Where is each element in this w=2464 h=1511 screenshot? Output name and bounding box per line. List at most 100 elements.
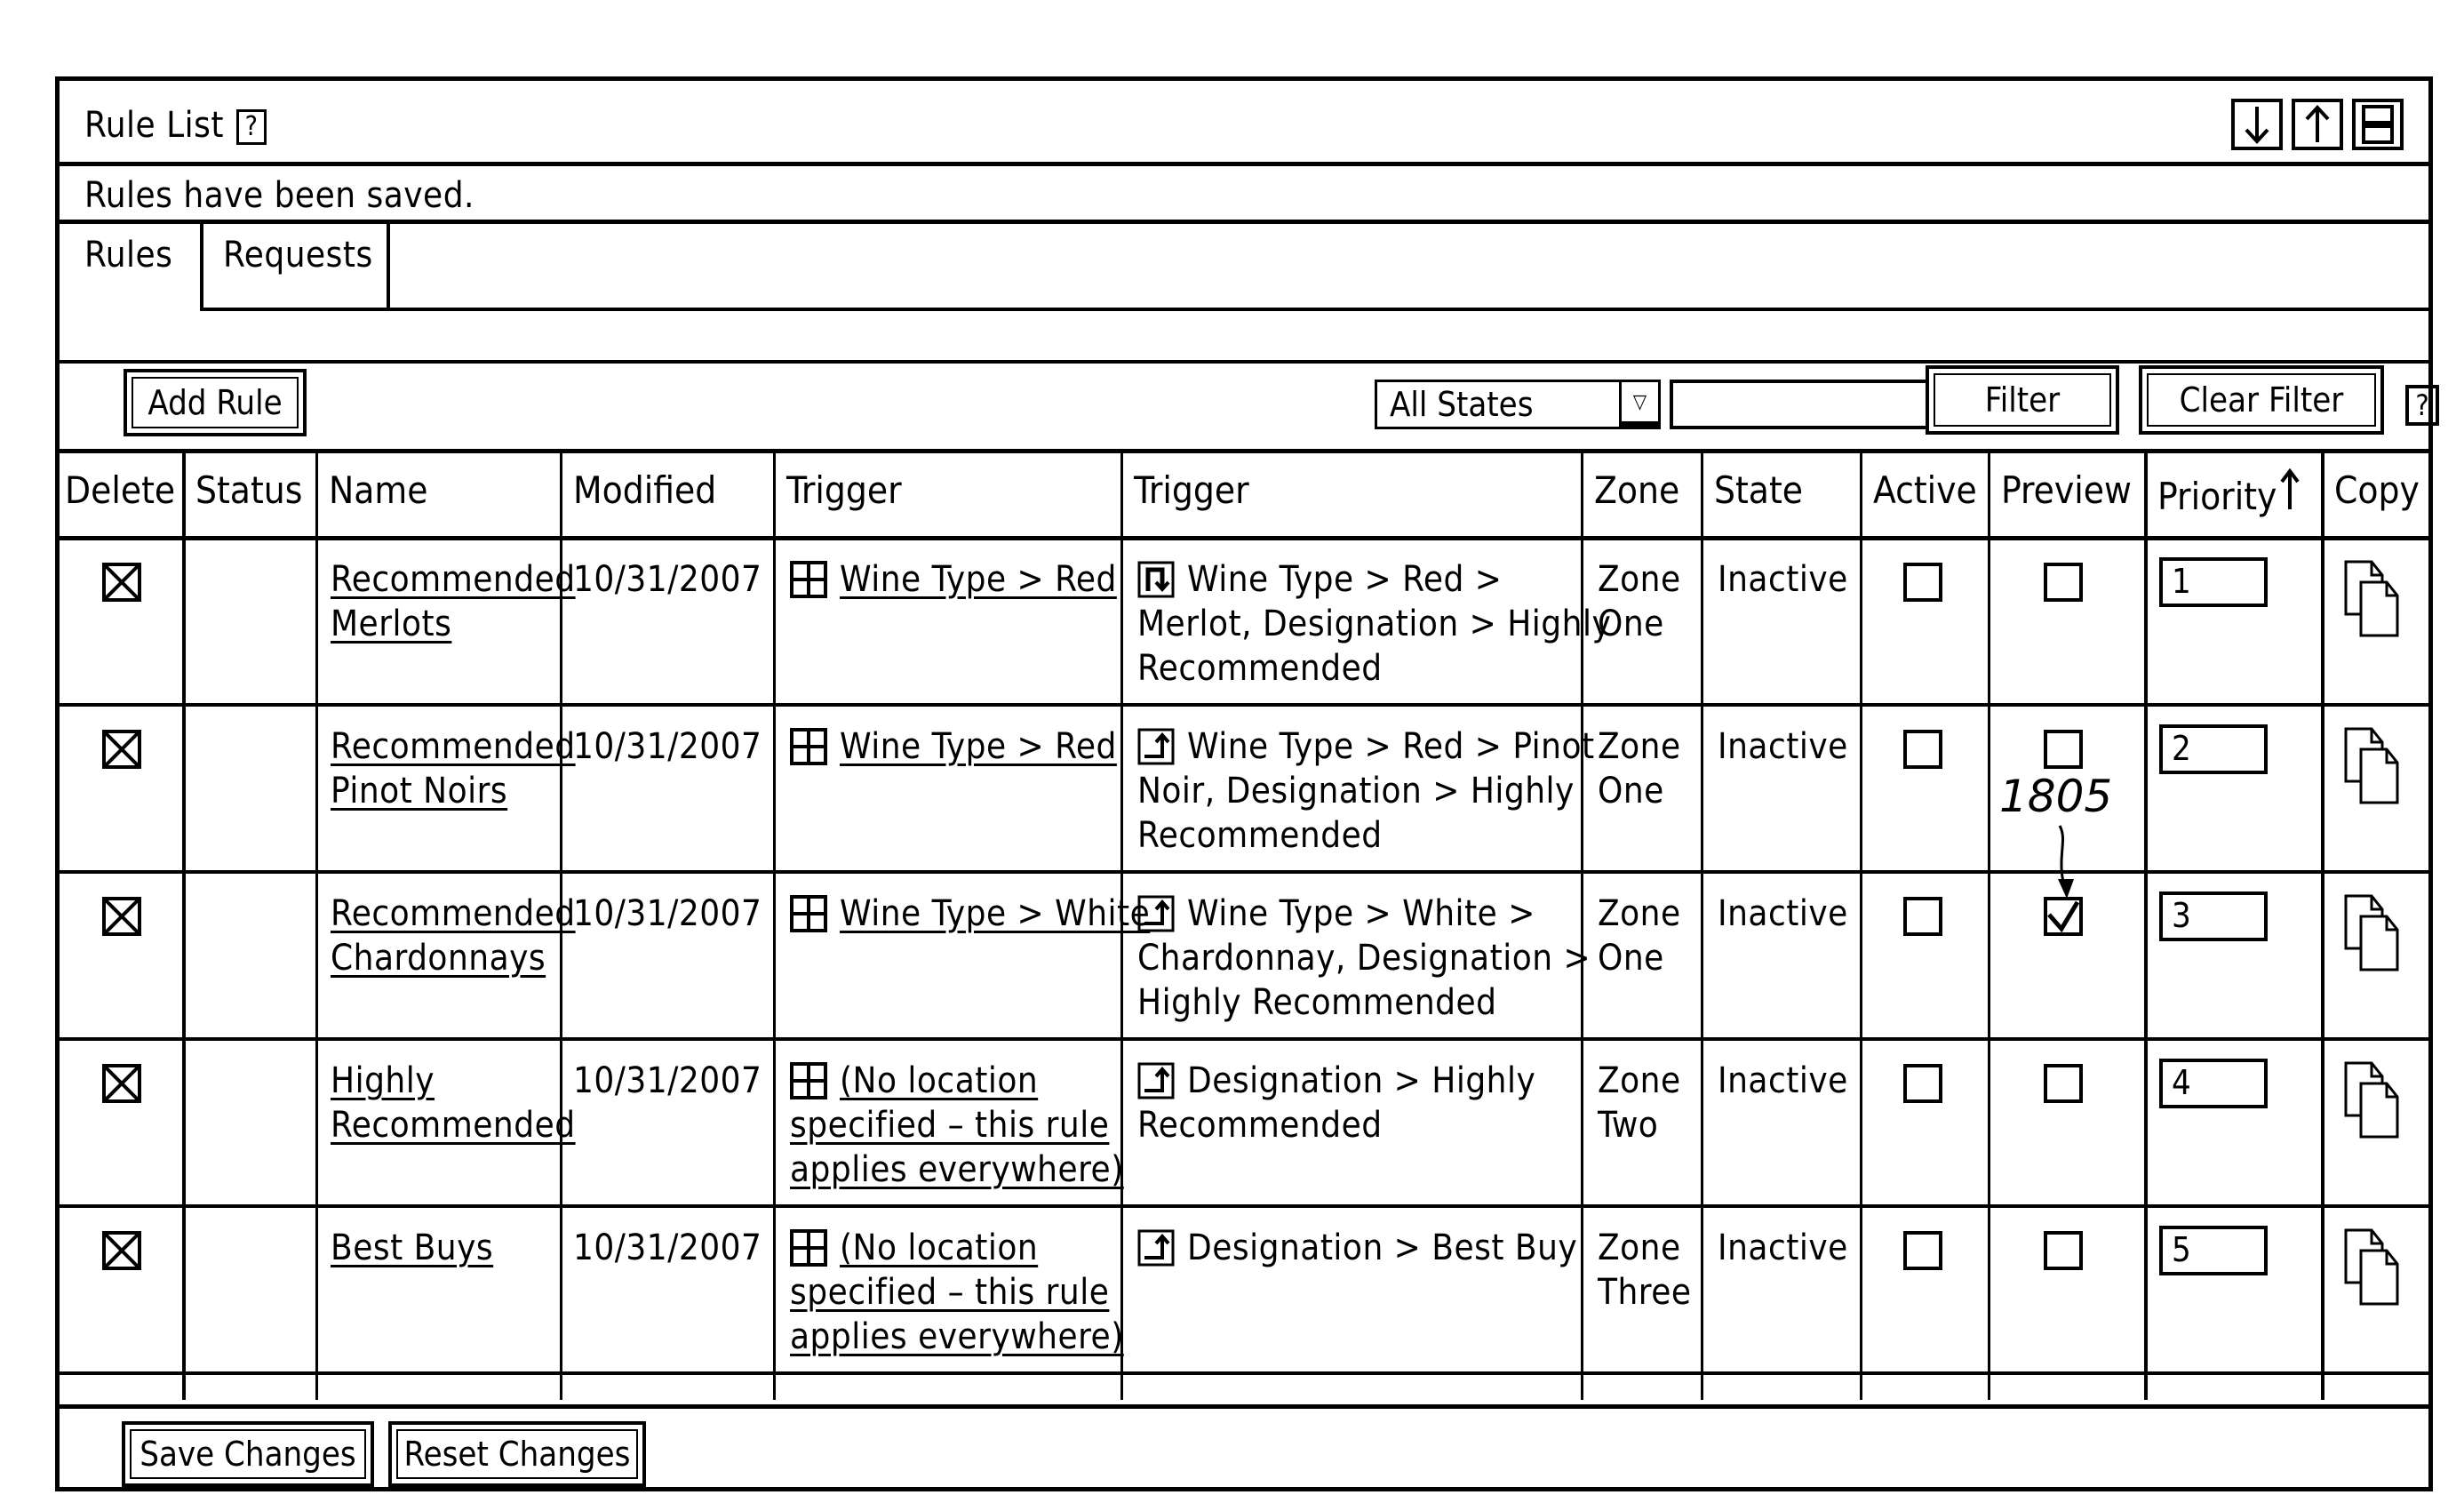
copy-rule-button[interactable]: [2343, 1060, 2400, 1140]
text-line: Recommended: [331, 724, 576, 769]
zone-cell: Zone One: [1598, 557, 1681, 646]
active-checkbox[interactable]: [1903, 897, 1942, 936]
rule-name-link[interactable]: Recommended Chardonnays: [331, 891, 576, 980]
window-title-text: Rule List: [84, 105, 224, 146]
trigger-line: Wine Type > White >: [1187, 893, 1535, 934]
move-up-button[interactable]: [2292, 99, 2343, 150]
line-text: Chardonnays: [331, 938, 546, 979]
zone-cell: Zone One: [1598, 724, 1681, 813]
location-trigger-link[interactable]: Wine Type > Red: [790, 557, 1117, 602]
copy-rule-button[interactable]: [2343, 726, 2400, 806]
priority-input[interactable]: 5: [2159, 1226, 2268, 1275]
rule-trigger: Wine Type > White > Chardonnay, Designati…: [1137, 891, 1591, 1025]
table-row: Best Buys 10/31/2007 (No location specified…: [60, 1204, 2428, 1371]
delete-checkbox[interactable]: [102, 1231, 141, 1270]
column-header-label: Active: [1873, 468, 1977, 512]
active-checkbox[interactable]: [1903, 563, 1942, 602]
rule-name-link[interactable]: Highly Recommended: [331, 1059, 576, 1147]
text-line: Two: [1598, 1103, 1681, 1147]
trigger-line: Wine Type > Red > Pinot: [1187, 726, 1595, 767]
rule-trigger: Designation > Best Buy: [1137, 1226, 1577, 1270]
tab-requests[interactable]: Requests: [200, 224, 390, 311]
column-header-priority[interactable]: Priority: [2157, 468, 2300, 519]
copy-rule-button[interactable]: [2343, 1227, 2400, 1307]
preview-checkbox[interactable]: [2044, 730, 2083, 769]
line-text: Zone: [1598, 726, 1681, 767]
priority-input[interactable]: 2: [2159, 724, 2268, 774]
column-header-label: State: [1714, 468, 1804, 512]
line-text: Zone: [1598, 559, 1681, 600]
column-header-label: Status: [195, 468, 303, 512]
sort-ascending-icon[interactable]: [2280, 468, 2300, 513]
text-line: Three: [1598, 1270, 1692, 1315]
rule-trigger: Wine Type > Red > Pinot Noir, Designation…: [1137, 724, 1595, 858]
preview-checkbox[interactable]: [2044, 563, 2083, 602]
arrow-down-icon: [2245, 107, 2269, 144]
line-text: Highly: [331, 1060, 435, 1101]
toggle-panel-button[interactable]: [2352, 99, 2404, 150]
line-text: One: [1598, 604, 1664, 644]
tab-rules[interactable]: Rules: [84, 233, 172, 277]
clear-filter-button[interactable]: Clear Filter: [2139, 365, 2384, 435]
preview-checkbox[interactable]: [2044, 1064, 2083, 1103]
location-line: specified – this rule: [790, 1272, 1110, 1313]
delete-checkbox[interactable]: [102, 1064, 141, 1103]
rule-name-link[interactable]: Recommended Merlots: [331, 557, 576, 646]
trigger-line: Designation > Best Buy: [1187, 1227, 1578, 1268]
column-header-label: Trigger: [1134, 468, 1249, 512]
rule-name-link[interactable]: Recommended Pinot Noirs: [331, 724, 576, 813]
state-cell: Inactive: [1718, 893, 1848, 934]
copy-rule-button[interactable]: [2343, 559, 2400, 639]
zone-cell: Zone One: [1598, 891, 1681, 980]
preview-checkbox[interactable]: [2044, 1231, 2083, 1270]
state-cell: Inactive: [1718, 1227, 1848, 1268]
reset-changes-button[interactable]: Reset Changes: [388, 1421, 646, 1487]
priority-input[interactable]: 1: [2159, 557, 2268, 607]
tab-bar: Rules Requests: [60, 224, 2428, 313]
delete-checkbox[interactable]: [102, 563, 141, 602]
column-header-label: Delete: [65, 468, 176, 512]
text-line: One: [1598, 769, 1681, 813]
location-trigger: (No location specified – this rule applies…: [790, 1226, 1124, 1359]
row-divider: [60, 1371, 2428, 1375]
copy-rule-button[interactable]: [2343, 893, 2400, 973]
location-trigger-link[interactable]: (No location specified – this rule applies…: [790, 1059, 1124, 1192]
column-header-delete: Delete: [65, 468, 175, 513]
filter-help-button[interactable]: ?: [2405, 385, 2439, 426]
line-text: Zone: [1598, 893, 1681, 934]
column-header-zone: Zone: [1594, 468, 1679, 513]
filter-button[interactable]: Filter: [1926, 365, 2119, 435]
rule-list-window: Rule List? Rules have been saved. Rules …: [55, 76, 2439, 1491]
state-filter-select[interactable]: All States ▽: [1375, 380, 1661, 429]
text-line: Zone: [1598, 724, 1681, 769]
text-line: Zone: [1598, 557, 1681, 602]
text-line: Pinot Noirs: [331, 769, 576, 813]
window-title: Rule List?: [84, 103, 267, 148]
location-trigger-link[interactable]: Wine Type > Red: [790, 724, 1117, 769]
rule-name-link[interactable]: Best Buys: [331, 1226, 493, 1270]
location-trigger-link[interactable]: (No location specified – this rule applies…: [790, 1226, 1124, 1359]
delete-checkbox[interactable]: [102, 897, 141, 936]
text-line: Zone: [1598, 1226, 1692, 1270]
delete-checkbox[interactable]: [102, 730, 141, 769]
active-checkbox[interactable]: [1903, 1231, 1942, 1270]
rule-trigger: Wine Type > Red > Merlot, Designation > H…: [1137, 557, 1611, 691]
column-header-label: Modified: [573, 468, 717, 512]
column-header-rule-trigger: Trigger: [1134, 468, 1249, 513]
dropdown-arrow-icon[interactable]: ▽: [1619, 382, 1658, 427]
location-trigger-link[interactable]: Wine Type > White: [790, 891, 1150, 936]
save-changes-button[interactable]: Save Changes: [122, 1421, 374, 1487]
location-trigger: Wine Type > White: [790, 891, 1150, 936]
status-message: Rules have been saved.: [84, 175, 474, 216]
location-line: Wine Type > Red: [840, 559, 1117, 600]
priority-input[interactable]: 3: [2159, 891, 2268, 941]
column-header-label: Name: [329, 468, 428, 512]
active-checkbox[interactable]: [1903, 730, 1942, 769]
help-button[interactable]: ?: [235, 109, 267, 145]
move-down-button[interactable]: [2231, 99, 2283, 150]
add-rule-button[interactable]: Add Rule: [124, 369, 307, 436]
active-checkbox[interactable]: [1903, 1064, 1942, 1103]
line-text: Best Buys: [331, 1227, 494, 1268]
column-header-preview: Preview: [2001, 468, 2132, 513]
priority-input[interactable]: 4: [2159, 1059, 2268, 1108]
